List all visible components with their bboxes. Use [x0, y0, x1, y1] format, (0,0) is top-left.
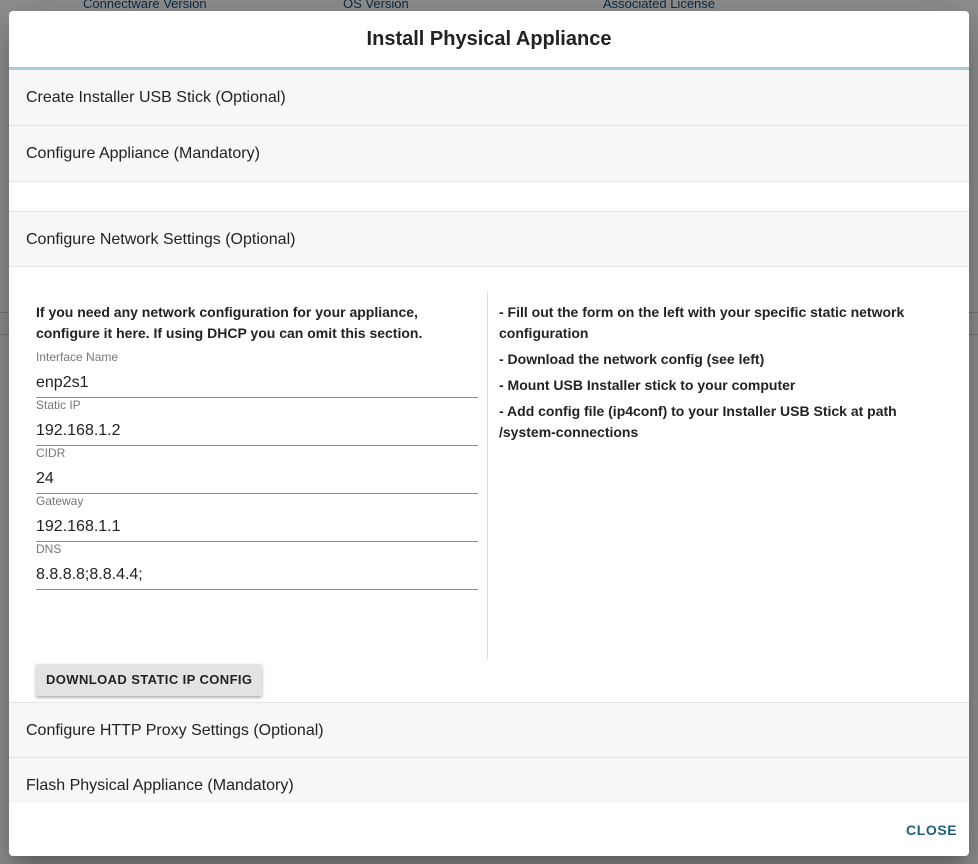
panel-create-usb-stick[interactable]: Create Installer USB Stick (Optional) — [9, 70, 969, 126]
panel-label: Create Installer USB Stick (Optional) — [26, 89, 286, 106]
dns-label: DNS — [36, 542, 62, 556]
instruction-item: - Add config file (ip4conf) to your Inst… — [499, 403, 897, 440]
cidr-field: CIDR — [36, 446, 478, 494]
panel-configure-appliance[interactable]: Configure Appliance (Mandatory) — [9, 126, 969, 182]
panel-label: Configure Appliance (Mandatory) — [26, 145, 260, 162]
static-ip-field: Static IP — [36, 398, 478, 446]
dns-input[interactable] — [36, 561, 478, 590]
dns-field: DNS — [36, 542, 478, 590]
instruction-item: - Download the network config (see left) — [499, 351, 765, 367]
panel-flash-appliance[interactable]: Flash Physical Appliance (Mandatory) — [9, 758, 969, 803]
network-settings-body: If you need any network configuration fo… — [9, 267, 969, 701]
gateway-label: Gateway — [36, 494, 84, 508]
panel-configure-network[interactable]: Configure Network Settings (Optional) — [9, 211, 969, 267]
panel-label: Flash Physical Appliance (Mandatory) — [26, 777, 294, 794]
cidr-label: CIDR — [36, 446, 66, 460]
static-ip-input[interactable] — [36, 417, 478, 446]
interface-name-field: Interface Name — [36, 350, 478, 398]
panel-configure-http-proxy[interactable]: Configure HTTP Proxy Settings (Optional) — [9, 702, 969, 758]
network-intro-text: If you need any network configuration fo… — [36, 304, 423, 341]
gateway-input[interactable] — [36, 513, 478, 542]
download-static-ip-config-button[interactable]: DOWNLOAD STATIC IP CONFIG — [36, 664, 263, 696]
interface-name-input[interactable] — [36, 369, 478, 398]
instruction-item: - Mount USB Installer stick to your comp… — [499, 377, 796, 393]
dialog-content[interactable]: Create Installer USB Stick (Optional) Co… — [9, 70, 969, 803]
network-instructions: - Fill out the form on the left with you… — [499, 302, 954, 448]
instruction-item: - Fill out the form on the left with you… — [499, 304, 905, 341]
cidr-input[interactable] — [36, 465, 478, 494]
close-button[interactable]: CLOSE — [906, 822, 957, 838]
install-appliance-dialog: Install Physical Appliance Create Instal… — [9, 11, 969, 856]
interface-name-label: Interface Name — [36, 350, 119, 364]
dialog-title: Install Physical Appliance — [366, 28, 612, 50]
panel-label: Configure HTTP Proxy Settings (Optional) — [26, 722, 324, 739]
gateway-field: Gateway — [36, 494, 478, 542]
static-ip-label: Static IP — [36, 398, 81, 412]
panel-label: Configure Network Settings (Optional) — [26, 231, 296, 248]
column-divider — [487, 292, 488, 659]
